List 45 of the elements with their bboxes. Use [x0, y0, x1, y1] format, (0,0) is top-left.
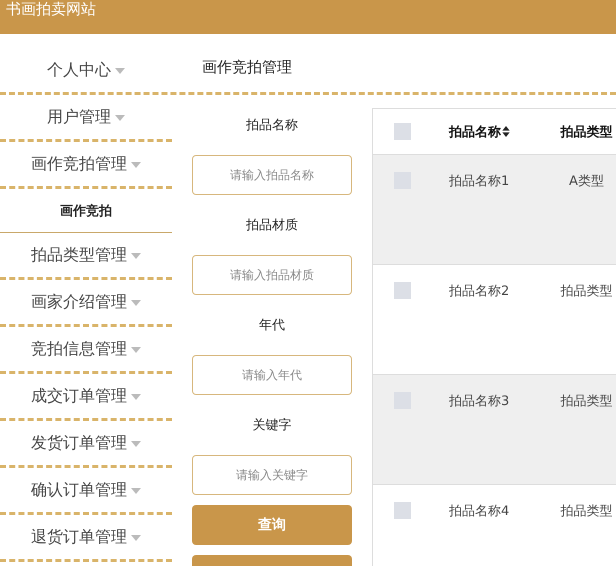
- input-field[interactable]: 请输入关键字: [192, 455, 352, 495]
- table-cell-text: A类型: [569, 173, 604, 190]
- sidebar-item[interactable]: 退货订单管理: [31, 526, 141, 548]
- sidebar-item[interactable]: 用户管理: [47, 106, 125, 128]
- site-title: 书画拍卖网站: [6, 0, 96, 18]
- checkbox[interactable]: [394, 123, 410, 140]
- caret-icon: [131, 162, 141, 168]
- input-field[interactable]: 请输入拍品名称: [192, 155, 352, 195]
- field-label: 关键字: [252, 417, 292, 434]
- sidebar-item[interactable]: 个人中心: [47, 60, 125, 80]
- caret-icon: [131, 441, 141, 447]
- caret-icon: [115, 68, 125, 74]
- sidebar-item[interactable]: 画作竞拍管理: [31, 154, 141, 174]
- page-title: 画作竞拍管理: [202, 57, 292, 78]
- table-cell-text: 拍品类型: [560, 393, 612, 410]
- sidebar-subitem[interactable]: 画作竞拍: [60, 202, 112, 220]
- sidebar-item[interactable]: 拍品类型管理: [31, 244, 141, 266]
- caret-icon: [131, 394, 141, 400]
- sort-icon[interactable]: [502, 126, 510, 137]
- input-field[interactable]: 请输入年代: [192, 355, 352, 395]
- sidebar-item[interactable]: 成交订单管理: [31, 386, 141, 406]
- caret-icon: [131, 253, 141, 259]
- caret-icon: [115, 115, 125, 121]
- checkbox[interactable]: [394, 282, 410, 299]
- sidebar-item[interactable]: 竞拍信息管理: [31, 338, 141, 360]
- table-cell-text: 拍品类型: [560, 503, 612, 520]
- table-cell-text: 拍品类型: [560, 283, 612, 300]
- column-header: 拍品类型: [560, 124, 612, 140]
- checkbox[interactable]: [394, 502, 410, 519]
- caret-icon: [131, 300, 141, 306]
- field-label: 拍品材质: [246, 217, 298, 234]
- field-label: 年代: [259, 317, 285, 334]
- sidebar-item[interactable]: 发货订单管理: [31, 432, 141, 454]
- column-header[interactable]: 拍品名称: [449, 122, 501, 140]
- field-label: 拍品名称: [246, 117, 298, 134]
- caret-icon: [131, 488, 141, 494]
- caret-icon: [131, 347, 141, 353]
- table-cell-text: 拍品名称4: [449, 503, 510, 520]
- table-cell-text: 拍品名称3: [449, 393, 510, 410]
- sidebar-item[interactable]: 画家介绍管理: [31, 292, 141, 312]
- caret-icon: [131, 535, 141, 541]
- input-field[interactable]: 请输入拍品材质: [192, 255, 352, 295]
- table-cell-text: 拍品名称2: [449, 283, 510, 300]
- table-cell-text: 拍品名称1: [449, 173, 510, 190]
- sidebar-item[interactable]: 确认订单管理: [31, 480, 141, 500]
